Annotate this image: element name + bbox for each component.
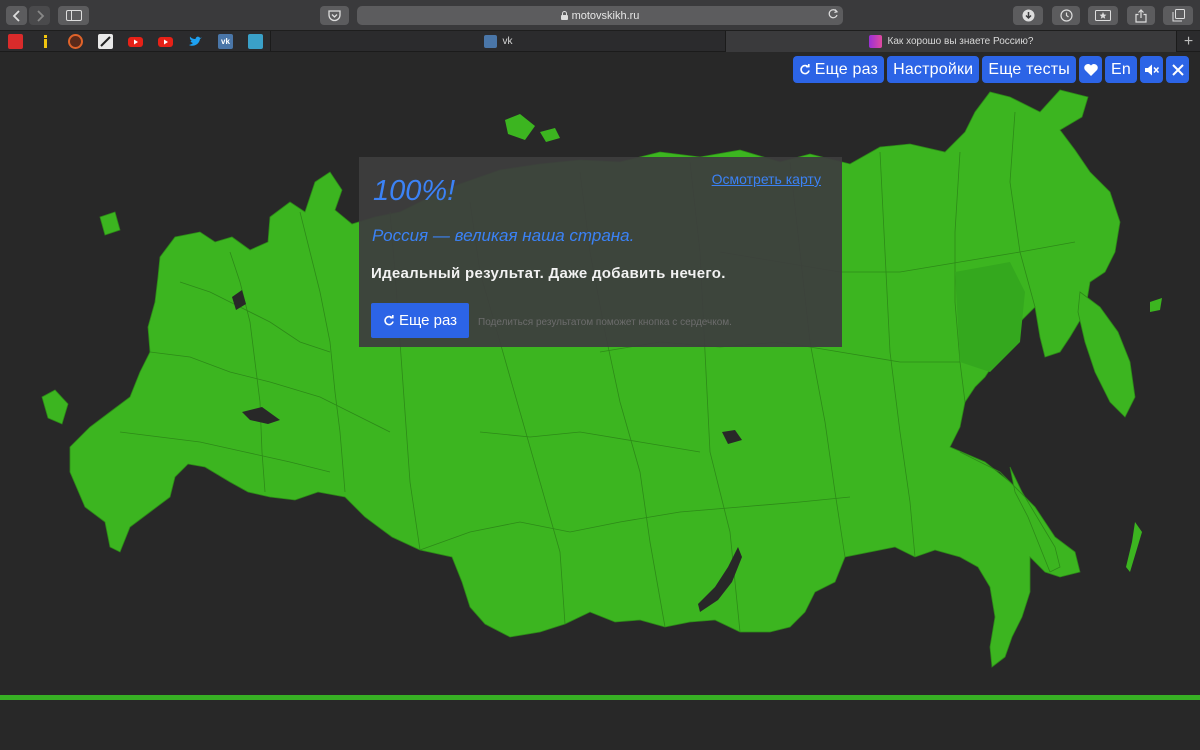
youtube-icon[interactable] [158, 34, 173, 49]
settings-button[interactable]: Настройки [887, 56, 980, 83]
share-icon [1135, 8, 1147, 23]
address-bar[interactable]: motovskikh.ru [357, 6, 843, 25]
quiz-site-icon [868, 35, 882, 48]
pocket-icon [328, 9, 341, 21]
pocket-button[interactable] [320, 6, 349, 25]
history-button[interactable] [1052, 6, 1080, 25]
top-retry-label: Еще раз [814, 60, 879, 78]
forward-button[interactable] [29, 6, 50, 25]
favorite-orange-icon[interactable] [68, 34, 83, 49]
tabs-icon [1172, 9, 1185, 22]
lock-icon [560, 11, 568, 20]
heart-icon [1083, 63, 1098, 76]
view-map-link[interactable]: Осмотреть карту [712, 171, 821, 187]
quiz-page: Еще раз Настройки Еще тесты En 100%! Осм… [0, 52, 1200, 750]
address-text: motovskikh.ru [571, 9, 640, 22]
twitter-icon[interactable] [188, 34, 203, 49]
youtube-icon[interactable] [128, 34, 143, 49]
clock-icon [1059, 9, 1073, 22]
novaya-zemlya [505, 114, 535, 140]
mute-button[interactable] [1140, 56, 1163, 83]
chevron-left-icon [12, 9, 20, 22]
language-button[interactable]: En [1105, 56, 1137, 83]
result-panel: 100%! Осмотреть карту Россия — великая н… [359, 157, 842, 347]
language-label: En [1111, 60, 1131, 78]
like-button[interactable] [1079, 56, 1103, 83]
kuril-islands [1126, 522, 1142, 572]
result-motto: Россия — великая наша страна. [372, 226, 635, 245]
bookmarks-button[interactable] [1088, 6, 1118, 25]
download-icon [1022, 9, 1034, 22]
kamchatka-peninsula [1077, 291, 1136, 418]
top-retry-button[interactable]: Еще раз [792, 56, 885, 83]
result-score: 100%! [373, 175, 456, 207]
close-icon [1171, 63, 1184, 76]
favorite-red-icon[interactable] [8, 34, 23, 49]
tab-label: Как хорошо вы знаете Россию? [887, 36, 1034, 47]
vk-icon [483, 35, 497, 48]
mute-icon [1144, 64, 1159, 75]
okhotsk-sea-highlight [955, 262, 1025, 372]
downloads-button[interactable] [1013, 6, 1043, 25]
arctic-island-1 [540, 128, 560, 142]
tab-label: vk [502, 36, 513, 47]
vk-icon[interactable]: vk [218, 34, 233, 49]
tab-vk[interactable]: vk [270, 31, 725, 52]
close-button[interactable] [1166, 56, 1189, 83]
kaliningrad-region [99, 211, 121, 236]
tab-russia-quiz[interactable]: Как хорошо вы знаете Россию? [725, 31, 1176, 52]
settings-label: Настройки [893, 60, 974, 78]
russia-map [41, 89, 1162, 668]
share-button[interactable] [1127, 6, 1155, 25]
more-tests-label: Еще тесты [988, 60, 1071, 78]
refresh-icon [800, 63, 810, 74]
favorite-teal-icon[interactable] [248, 34, 263, 49]
tabs-overview-button[interactable] [1163, 6, 1193, 25]
browser-toolbar: motovskikh.ru [0, 0, 1200, 31]
sidebar-toggle-button[interactable] [58, 6, 89, 25]
favorite-info-icon[interactable] [38, 34, 53, 49]
retry-button[interactable]: Еще раз [371, 303, 469, 338]
more-tests-button[interactable]: Еще тесты [982, 56, 1077, 83]
favorite-pen-icon[interactable] [98, 34, 113, 49]
new-tab-button[interactable]: + [1176, 31, 1200, 52]
share-hint: Поделиться результатом поможет кнопка с … [478, 317, 732, 328]
reload-icon [828, 9, 839, 19]
bottom-progress-line [0, 695, 1200, 700]
chevron-right-icon [36, 9, 44, 22]
sidebar-icon [65, 10, 82, 21]
top-action-buttons: Еще раз Настройки Еще тесты En [792, 56, 1189, 83]
refresh-icon [384, 314, 394, 325]
western-enclave [41, 389, 69, 425]
arctic-island-2 [1150, 298, 1162, 312]
retry-label: Еще раз [398, 312, 458, 329]
favorites-and-tabs-bar: vk vk Как хорошо вы знаете Россию? + [0, 31, 1200, 52]
star-box-icon [1095, 10, 1111, 21]
result-message: Идеальный результат. Даже добавить нечег… [371, 265, 726, 282]
back-button[interactable] [6, 6, 27, 25]
